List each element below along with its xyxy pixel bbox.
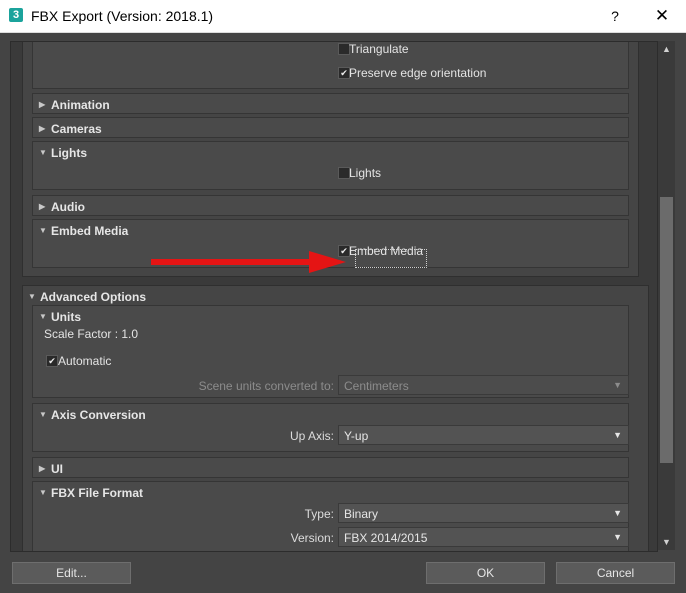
lights-label: Lights	[349, 166, 382, 180]
help-button[interactable]: ?	[604, 6, 626, 26]
expanded-arrow-icon: ▼	[39, 488, 47, 497]
close-button[interactable]: ✕	[650, 5, 674, 27]
up-axis-select[interactable]: Y-up ▼	[338, 425, 629, 445]
collapsed-arrow-icon: ▶	[39, 100, 46, 109]
embed-media-title: Embed Media	[51, 224, 129, 238]
collapsed-arrow-icon: ▶	[39, 202, 46, 211]
dropdown-arrow-icon: ▼	[613, 532, 622, 542]
cancel-button[interactable]: Cancel	[556, 562, 675, 584]
lights-title: Lights	[51, 146, 87, 160]
animation-title: Animation	[51, 98, 110, 112]
axis-conversion-header[interactable]: ▼ Axis Conversion	[33, 404, 628, 424]
advanced-options-title: Advanced Options	[40, 290, 147, 304]
app-3dsmax-icon: 3	[9, 8, 23, 22]
lights-rollout: ▼ Lights Lights	[32, 141, 629, 190]
axis-conversion-title: Axis Conversion	[51, 408, 146, 422]
cameras-title: Cameras	[51, 122, 102, 136]
scene-units-label: Scene units converted to:	[198, 379, 334, 393]
dropdown-arrow-icon: ▼	[613, 508, 622, 518]
dropdown-arrow-icon: ▼	[613, 380, 622, 390]
audio-rollout[interactable]: ▶ Audio	[32, 195, 629, 216]
animation-rollout[interactable]: ▶ Animation	[32, 93, 629, 114]
collapsed-arrow-icon: ▶	[39, 464, 46, 473]
fbx-file-format-header[interactable]: ▼ FBX File Format	[33, 482, 628, 502]
scale-factor-text: Scale Factor : 1.0	[44, 327, 139, 341]
version-label: Version:	[290, 531, 334, 545]
expanded-arrow-icon: ▼	[39, 410, 47, 419]
cameras-rollout[interactable]: ▶ Cameras	[32, 117, 629, 138]
window-title: FBX Export (Version: 2018.1)	[31, 8, 214, 24]
dropdown-arrow-icon: ▼	[613, 430, 622, 440]
triangulate-label: Triangulate	[349, 42, 409, 56]
expanded-arrow-icon: ▼	[28, 292, 36, 301]
include-group: Triangulate ✔ Preserve edge orientation …	[22, 42, 639, 277]
ui-rollout[interactable]: ▶ UI	[32, 457, 629, 478]
embed-media-focus-rect	[355, 249, 427, 268]
automatic-label: Automatic	[58, 354, 112, 368]
scroll-up-icon[interactable]: ▲	[658, 42, 675, 56]
collapsed-arrow-icon: ▶	[39, 124, 46, 133]
ok-button[interactable]: OK	[426, 562, 545, 584]
audio-title: Audio	[51, 200, 85, 214]
dialog-body: Triangulate ✔ Preserve edge orientation …	[0, 33, 686, 593]
expanded-arrow-icon: ▼	[39, 148, 47, 157]
expanded-arrow-icon: ▼	[39, 226, 47, 235]
units-header[interactable]: ▼ Units	[33, 306, 628, 326]
geometry-rollout: Triangulate ✔ Preserve edge orientation	[32, 42, 629, 89]
ui-title: UI	[51, 462, 63, 476]
preserve-edge-label: Preserve edge orientation	[349, 66, 487, 80]
fbx-file-format-rollout: ▼ FBX File Format Type: Binary ▼ Version…	[32, 481, 629, 551]
axis-conversion-rollout: ▼ Axis Conversion Up Axis: Y-up ▼	[32, 403, 629, 452]
scrollbar-thumb[interactable]	[660, 197, 673, 463]
fbx-file-format-title: FBX File Format	[51, 486, 144, 500]
advanced-options-header[interactable]: ▼ Advanced Options	[23, 286, 638, 306]
lights-header[interactable]: ▼ Lights	[33, 142, 628, 162]
title-bar: 3 FBX Export (Version: 2018.1) ? ✕	[0, 0, 686, 33]
type-select[interactable]: Binary ▼	[338, 503, 629, 523]
scene-units-select[interactable]: Centimeters ▼	[338, 375, 629, 395]
embed-media-header[interactable]: ▼ Embed Media	[33, 220, 628, 240]
version-select[interactable]: FBX 2014/2015 ▼	[338, 527, 629, 547]
vertical-scrollbar[interactable]: ▲ ▼	[658, 41, 675, 550]
annotation-arrow-icon	[151, 251, 346, 273]
type-label: Type:	[304, 507, 334, 521]
up-axis-label: Up Axis:	[289, 429, 334, 443]
expanded-arrow-icon: ▼	[39, 312, 47, 321]
scroll-down-icon[interactable]: ▼	[658, 535, 675, 549]
automatic-checkbox[interactable]: ✔	[46, 355, 58, 367]
advanced-options-group: ▼ Advanced Options ▼ Units Scale Factor …	[22, 285, 649, 551]
units-title: Units	[51, 310, 81, 324]
options-scroll-pane: Triangulate ✔ Preserve edge orientation …	[10, 41, 658, 552]
units-rollout: ▼ Units Scale Factor : 1.0 ✔ Automatic S…	[32, 305, 629, 398]
edit-button[interactable]: Edit...	[12, 562, 131, 584]
